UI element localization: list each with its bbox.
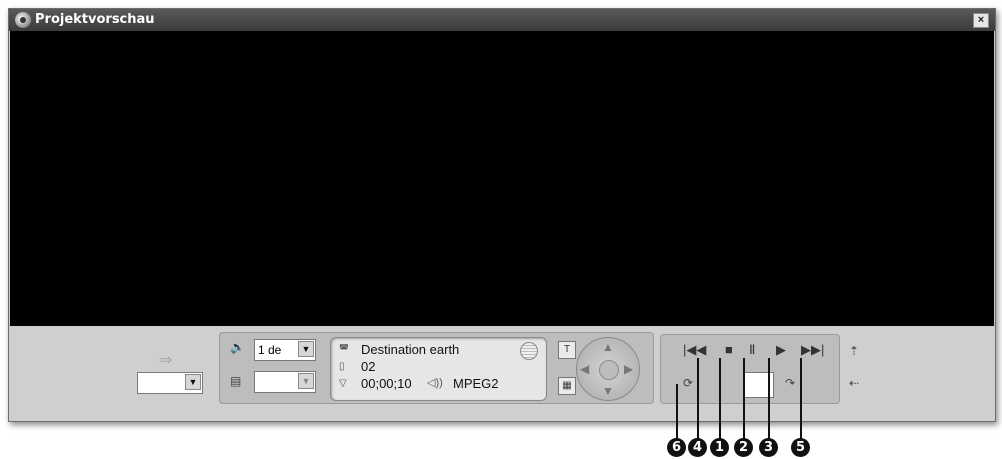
output-dropdown-value xyxy=(138,375,141,389)
output-dropdown[interactable]: ▼ xyxy=(137,372,203,394)
subtitle-dropdown[interactable]: ▼ xyxy=(254,371,316,393)
close-button[interactable]: × xyxy=(973,13,989,28)
nav-down-icon[interactable]: ▼ xyxy=(602,384,614,398)
chapter-icon: ▯ xyxy=(339,361,345,372)
callout-line-3 xyxy=(768,358,770,440)
disc-icon: ◚ xyxy=(339,344,349,355)
audio-language-dropdown[interactable]: 1 de ▼ xyxy=(254,339,316,361)
transport-panel: |◀◀ ■ Ⅱ ▶ ▶▶| ⟳ ↷ xyxy=(660,334,840,404)
control-area: ⇒ ▼ 🔈 1 de ▼ ▤ ▼ ◚ Destination earth ▯ 0… xyxy=(9,326,995,421)
title-name: Destination earth xyxy=(361,342,460,357)
time-icon: ▽ xyxy=(339,378,347,389)
last-button[interactable]: ▶▶| xyxy=(801,341,824,359)
chevron-down-icon[interactable]: ▼ xyxy=(185,374,201,390)
callout-1: 1 xyxy=(710,438,729,457)
audio-language-value: 1 de xyxy=(258,343,282,357)
root-menu-button[interactable]: ▦ xyxy=(558,377,576,395)
audio-format-icon: ◁)) xyxy=(427,377,443,389)
globe-icon[interactable] xyxy=(520,342,538,360)
nav-enter-button[interactable] xyxy=(599,360,619,380)
subtitle-icon: ▤ xyxy=(230,374,242,388)
callout-5: 5 xyxy=(791,438,810,457)
chapter-number: 02 xyxy=(361,359,376,374)
callout-4: 4 xyxy=(688,438,707,457)
chevron-down-icon[interactable]: ▼ xyxy=(298,373,314,389)
callout-3: 3 xyxy=(759,438,778,457)
callout-line-4 xyxy=(697,358,699,440)
callout-line-2 xyxy=(743,358,745,440)
disc-info-display: ◚ Destination earth ▯ 02 ▽ 00;00;10 ◁)) … xyxy=(330,337,547,401)
audio-format: MPEG2 xyxy=(453,376,499,391)
title-bar: Projektvorschau × xyxy=(9,9,995,31)
loop-icon[interactable]: ⟳ xyxy=(683,376,693,390)
callout-line-6 xyxy=(676,384,678,440)
nav-right-icon[interactable]: ▶ xyxy=(624,362,633,376)
nav-up-icon[interactable]: ▲ xyxy=(602,340,614,354)
timecode: 00;00;10 xyxy=(361,376,412,391)
mark-out-icon[interactable]: ⇠ xyxy=(849,376,859,390)
chevron-down-icon[interactable]: ▼ xyxy=(298,341,314,357)
mark-in-icon[interactable]: ⇡ xyxy=(849,344,859,358)
stop-button[interactable]: ■ xyxy=(725,341,733,359)
play-button[interactable]: ▶ xyxy=(776,341,786,359)
first-button[interactable]: |◀◀ xyxy=(683,341,706,359)
preview-window: Projektvorschau × ⇒ ▼ 🔈 1 de ▼ ▤ ▼ ◚ Des… xyxy=(8,8,996,422)
speaker-icon: 🔈 xyxy=(230,340,245,354)
playback-info-panel: 🔈 1 de ▼ ▤ ▼ ◚ Destination earth ▯ 02 ▽ … xyxy=(219,332,654,404)
nav-left-icon[interactable]: ◀ xyxy=(580,362,589,376)
title-menu-button[interactable]: T xyxy=(558,341,576,359)
callout-line-1 xyxy=(719,358,721,440)
window-title: Projektvorschau xyxy=(35,12,155,27)
navigation-pad[interactable]: ▲ ▼ ◀ ▶ xyxy=(576,337,640,401)
app-disc-icon xyxy=(15,12,31,28)
pause-button[interactable]: Ⅱ xyxy=(749,341,755,359)
video-preview-area xyxy=(10,31,994,326)
callout-6: 6 xyxy=(667,438,686,457)
redo-icon[interactable]: ↷ xyxy=(785,376,795,390)
output-arrow-icon: ⇒ xyxy=(159,352,173,369)
callout-line-5 xyxy=(800,358,802,440)
callout-2: 2 xyxy=(734,438,753,457)
